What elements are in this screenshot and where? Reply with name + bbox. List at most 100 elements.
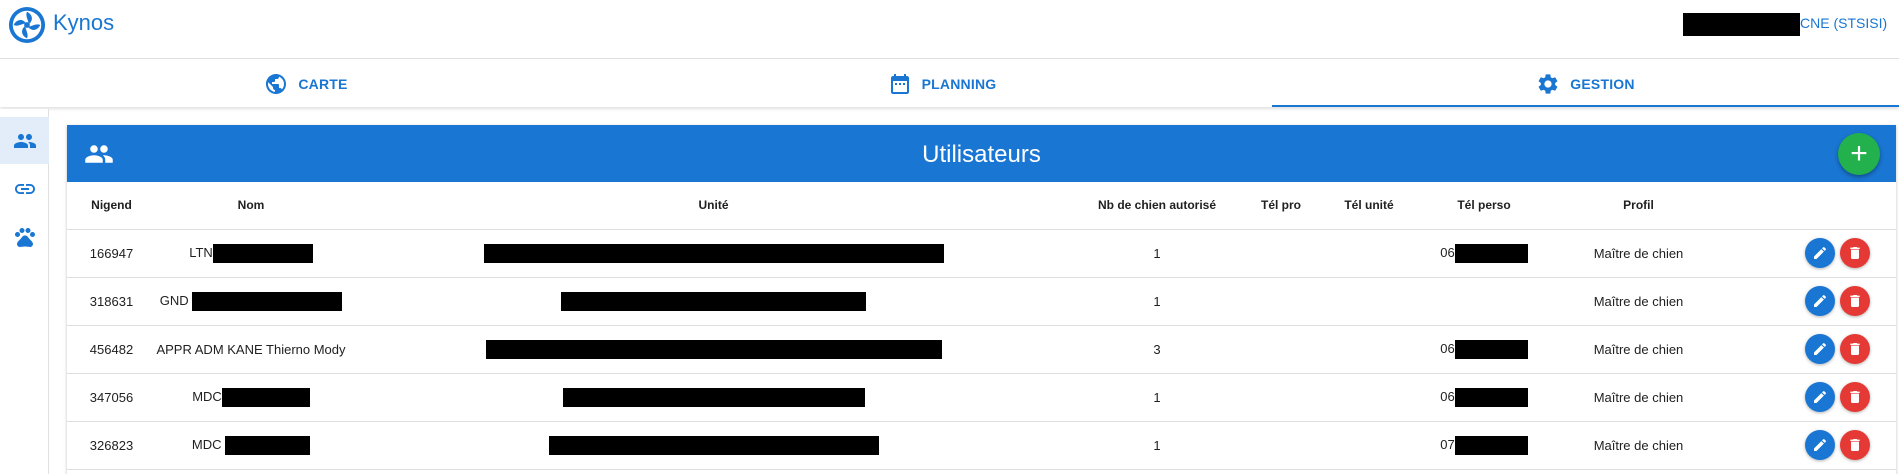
cell-actions (1718, 421, 1896, 470)
cell-unite (346, 421, 1081, 470)
col-header-nb-chien[interactable]: Nb de chien autorisé (1081, 182, 1233, 230)
redacted-block (1454, 339, 1528, 359)
rail-item-users[interactable] (0, 117, 49, 164)
pencil-icon (1814, 294, 1827, 307)
col-header-profil[interactable]: Profil (1559, 182, 1718, 230)
col-header-tel-pro[interactable]: Tél pro (1233, 182, 1329, 230)
cell-tel-pro (1233, 277, 1329, 326)
side-rail (0, 109, 49, 474)
cell-tel-unite (1329, 277, 1409, 326)
tab-planning[interactable]: PLANNING (612, 60, 1272, 107)
cell-tel-pro (1233, 373, 1329, 422)
redacted-block (561, 291, 866, 311)
nom-text: GND (159, 292, 189, 308)
cell-nigend: 456482 (67, 325, 156, 374)
paw-icon (14, 227, 35, 247)
cell-nom: MDC (156, 373, 346, 422)
cell-tel-unite (1329, 421, 1409, 470)
cell-nom: MDC (156, 421, 346, 470)
col-header-nom[interactable]: Nom (156, 182, 346, 230)
table-row[interactable]: 318631 GND 1 Maître de chien (67, 277, 1896, 326)
edit-button[interactable] (1805, 382, 1835, 412)
add-user-button[interactable]: + (1838, 133, 1880, 175)
pencil-icon (1814, 438, 1827, 451)
trash-icon (1850, 247, 1860, 259)
tab-gestion[interactable]: GESTION (1272, 60, 1899, 107)
cell-actions (1718, 277, 1896, 326)
trash-icon (1850, 295, 1860, 307)
trash-icon (1850, 343, 1860, 355)
cell-nom: APPR ADM KANE Thierno Mody (156, 325, 346, 374)
cell-tel-perso: 06 (1409, 373, 1559, 422)
cell-tel-unite (1329, 229, 1409, 278)
cell-profil: Maître de chien (1559, 229, 1718, 278)
tel-perso-prefix: 06 (1440, 388, 1455, 404)
app-logo-icon[interactable] (8, 6, 46, 44)
delete-button[interactable] (1840, 238, 1870, 268)
calendar-icon (890, 73, 909, 94)
delete-button[interactable] (1840, 334, 1870, 364)
col-header-tel-perso[interactable]: Tél perso (1409, 182, 1559, 230)
table-row[interactable]: 326823 MDC 1 07 Maître de chien (67, 421, 1896, 470)
tab-gestion-label: GESTION (1570, 75, 1635, 92)
users-panel: Utilisateurs + Nigend Nom Unité Nb de ch… (67, 125, 1896, 474)
cell-nigend: 318631 (67, 277, 156, 326)
redacted-block (485, 339, 942, 359)
cell-nb-chien: 1 (1081, 421, 1233, 470)
delete-button[interactable] (1840, 430, 1870, 460)
col-header-unite[interactable]: Unité (346, 182, 1081, 230)
cell-profil: Maître de chien (1559, 277, 1718, 326)
tel-perso-prefix: 06 (1440, 340, 1455, 356)
nom-text: MDC (191, 436, 222, 452)
redacted-block (192, 291, 343, 311)
pencil-icon (1814, 342, 1827, 355)
cell-nb-chien: 3 (1081, 325, 1233, 374)
edit-button[interactable] (1805, 286, 1835, 316)
tab-carte-label: CARTE (298, 75, 348, 92)
edit-button[interactable] (1805, 238, 1835, 268)
cell-profil: Maître de chien (1559, 325, 1718, 374)
table-row[interactable]: 456482 APPR ADM KANE Thierno Mody 3 06 M… (67, 325, 1896, 374)
redacted-block (212, 243, 313, 263)
user-unit-label[interactable]: CNE (STSISI) (1800, 15, 1887, 31)
edit-button[interactable] (1805, 430, 1835, 460)
delete-button[interactable] (1840, 382, 1870, 412)
cell-nigend: 166947 (67, 229, 156, 278)
cell-tel-perso: 06 (1409, 325, 1559, 374)
tel-perso-prefix: 06 (1440, 244, 1455, 260)
link-icon (14, 183, 35, 194)
users-table: Nigend Nom Unité Nb de chien autorisé Té… (67, 182, 1896, 470)
cell-tel-unite (1329, 325, 1409, 374)
main-tabs: CARTE PLANNING GESTION (0, 60, 1899, 107)
cell-unite (346, 277, 1081, 326)
active-tab-indicator (1272, 105, 1899, 107)
app-title[interactable]: Kynos (53, 10, 114, 36)
redacted-block (221, 387, 310, 407)
tab-carte[interactable]: CARTE (0, 60, 612, 107)
cell-actions (1718, 373, 1896, 422)
cell-nigend: 326823 (67, 421, 156, 470)
redacted-block (1454, 435, 1528, 455)
table-row[interactable]: 166947 LTN 1 06 Maître de chien (67, 229, 1896, 278)
edit-button[interactable] (1805, 334, 1835, 364)
cell-unite (346, 229, 1081, 278)
col-header-tel-unite[interactable]: Tél unité (1329, 182, 1409, 230)
cell-unite (346, 373, 1081, 422)
redacted-block (483, 243, 944, 263)
top-bar: Kynos CNE (STSISI) (0, 0, 1899, 59)
cell-tel-perso (1409, 277, 1559, 326)
redacted-block (562, 387, 865, 407)
cell-nom: LTN (156, 229, 346, 278)
rail-item-dogs[interactable] (0, 213, 49, 260)
col-header-actions (1718, 182, 1896, 230)
panel-header: Utilisateurs + (67, 125, 1896, 182)
panel-title: Utilisateurs (922, 141, 1041, 168)
cell-nb-chien: 1 (1081, 373, 1233, 422)
table-row[interactable]: 347056 MDC 1 06 Maître de chien (67, 373, 1896, 422)
users-icon (13, 133, 36, 148)
delete-button[interactable] (1840, 286, 1870, 316)
globe-icon (266, 73, 287, 94)
col-header-nigend[interactable]: Nigend (67, 182, 156, 230)
rail-item-links[interactable] (0, 165, 49, 212)
trash-icon (1850, 439, 1860, 451)
